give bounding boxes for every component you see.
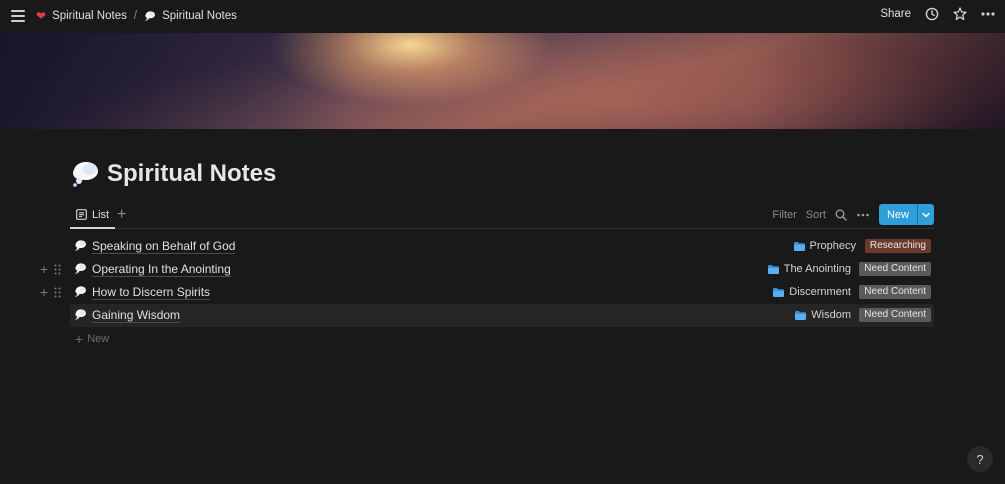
filter-button[interactable]: Filter [772, 209, 796, 221]
breadcrumb: ❤ Spiritual Notes / Spiritual Notes [36, 9, 237, 23]
breadcrumb-current[interactable]: Spiritual Notes [144, 10, 237, 22]
status-badge: Need Content [859, 285, 931, 299]
plus-icon: + [75, 331, 84, 347]
favorite-star-icon[interactable] [953, 7, 967, 21]
folder-icon [773, 288, 784, 297]
item-title: Operating In the Anointing [92, 262, 231, 277]
add-row-icon[interactable]: + [40, 262, 48, 276]
status-badge: Need Content [859, 262, 931, 276]
sort-button[interactable]: Sort [806, 209, 826, 221]
drag-handle-icon[interactable] [54, 287, 61, 298]
thought-bubble-icon [144, 11, 156, 21]
add-row-icon[interactable]: + [40, 285, 48, 299]
top-actions: Share [880, 7, 995, 21]
list-view-icon [76, 209, 87, 220]
thought-bubble-icon [74, 309, 87, 320]
new-button-group: New [878, 204, 934, 225]
list-rows: Speaking on Behalf of God Prophecy Resea… [40, 235, 934, 327]
thought-bubble-icon[interactable] [71, 161, 99, 187]
chevron-down-icon [922, 212, 930, 217]
list-item[interactable]: + How to Discern Spirits Discernment Nee… [40, 281, 934, 304]
view-more-options-icon[interactable] [856, 209, 870, 221]
breadcrumb-current-label: Spiritual Notes [162, 10, 237, 22]
item-category-label: The Anointing [783, 263, 851, 275]
breadcrumb-parent[interactable]: ❤ Spiritual Notes [36, 9, 127, 23]
drag-handle-icon[interactable] [54, 264, 61, 275]
list-item[interactable]: Gaining Wisdom Wisdom Need Content [70, 304, 934, 327]
breadcrumb-separator: / [133, 10, 138, 22]
item-title: Speaking on Behalf of God [92, 239, 236, 254]
page-header: Spiritual Notes [71, 160, 276, 188]
item-category-label: Prophecy [809, 240, 856, 252]
new-button[interactable]: New [878, 204, 917, 225]
row-handles: + [40, 262, 61, 276]
row-handles: + [40, 285, 61, 299]
new-row-button[interactable]: + New [75, 331, 109, 347]
help-button[interactable]: ? [967, 446, 993, 472]
add-view-icon[interactable]: + [117, 206, 126, 224]
folder-icon [794, 242, 805, 251]
thought-bubble-icon [74, 286, 87, 297]
new-row-label: New [87, 333, 110, 345]
item-category-label: Wisdom [811, 309, 851, 321]
more-options-icon[interactable] [981, 7, 995, 21]
list-item[interactable]: + Operating In the Anointing The Anointi… [40, 258, 934, 281]
view-bar: List + Filter Sort New [70, 202, 934, 229]
share-button[interactable]: Share [880, 8, 911, 20]
tab-list-view[interactable]: List [70, 202, 116, 229]
folder-icon [768, 265, 779, 274]
item-title: How to Discern Spirits [92, 285, 211, 300]
folder-icon [795, 311, 806, 320]
history-icon[interactable] [925, 7, 939, 21]
item-title: Gaining Wisdom [92, 308, 181, 323]
sidebar-toggle-icon[interactable] [11, 10, 25, 22]
heart-icon: ❤ [36, 9, 47, 23]
cover-image [0, 33, 1005, 129]
thought-bubble-icon [74, 263, 87, 274]
item-category[interactable]: Discernment [773, 286, 851, 298]
page-title[interactable]: Spiritual Notes [107, 160, 276, 188]
item-category[interactable]: Wisdom [795, 309, 851, 321]
status-badge: Researching [864, 239, 931, 253]
list-item[interactable]: Speaking on Behalf of God Prophecy Resea… [70, 235, 934, 258]
view-actions: Filter Sort New [772, 204, 934, 225]
item-category[interactable]: The Anointing [768, 263, 851, 275]
breadcrumb-parent-label: Spiritual Notes [52, 10, 127, 22]
new-options-button[interactable] [917, 204, 934, 225]
top-bar: ❤ Spiritual Notes / Spiritual Notes Shar… [0, 0, 1005, 33]
thought-bubble-icon [74, 240, 87, 251]
status-badge: Need Content [859, 308, 931, 322]
item-category[interactable]: Prophecy [794, 240, 856, 252]
item-category-label: Discernment [789, 286, 851, 298]
search-icon[interactable] [835, 209, 847, 221]
tab-list-label: List [92, 208, 110, 221]
